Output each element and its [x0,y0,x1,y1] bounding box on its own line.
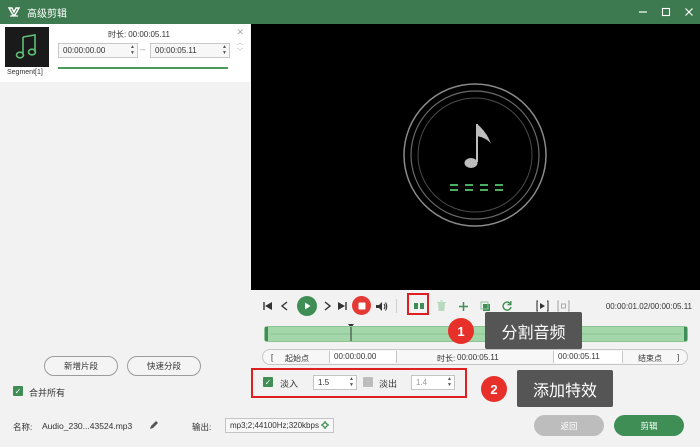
fade-in-stepper[interactable]: ▲ ▼ [349,376,354,388]
callout-2-badge: 2 [481,376,507,402]
start-time-field[interactable]: 00:00:00.00 [329,351,397,363]
skip-to-start-icon[interactable] [261,299,275,313]
segment-close-icon[interactable]: ✕ [236,27,244,38]
callout-1-badge: 1 [448,318,474,344]
reset-icon[interactable] [500,299,514,313]
segment-end-field[interactable]: 00:00:05.11 ▲ ▼ [150,43,230,58]
end-time-field[interactable]: 00:00:05.11 [553,351,623,363]
copy-icon[interactable] [478,299,492,313]
merge-all-checkbox[interactable]: ✓ [13,386,23,396]
minimize-icon[interactable] [631,0,654,24]
segment-duration: 时长: 00:00:05.11 [106,29,170,40]
delete-icon[interactable] [434,299,448,313]
window-title: 高级剪辑 [27,8,67,20]
audio-disc-graphic [403,83,547,227]
segment-panel: Segment[1] 时长: 00:00:05.11 00:00:00.00 ▲ ▼… [0,24,250,398]
playback-controls: 00:00:01.02/00:00:05.11 [251,294,700,318]
segment-start-value: 00:00:00.00 [63,46,106,55]
output-format-selector[interactable]: mp3;2;44100Hz;320kbps [225,418,335,433]
close-icon[interactable] [677,0,700,24]
music-note-icon [15,34,37,59]
volume-icon[interactable] [374,299,388,313]
fade-in-checkbox[interactable]: ✓ [263,377,273,387]
edit-icon[interactable] [149,420,161,432]
mark-in-icon[interactable] [535,299,549,313]
fade-out-label: 淡出 [379,379,398,389]
start-bracket: [ [271,353,274,362]
output-label: 输出: [192,422,212,432]
callout-1-label: 分割音频 [485,312,582,349]
segment-duration-value: 00:00:05.11 [128,30,170,39]
mark-out-icon[interactable] [556,299,570,313]
timeline-ruler [264,320,688,328]
fade-out-value: 1.4 [416,378,428,387]
segment-progress-bar [58,67,228,69]
play-button[interactable] [297,296,317,316]
stop-button[interactable] [352,296,371,315]
fade-in-value: 1.5 [318,378,330,387]
waveform [265,327,687,341]
app-logo-icon [7,7,21,17]
maximize-icon[interactable] [654,0,677,24]
merge-all-label: 合并所有 [29,388,66,398]
gear-icon[interactable] [321,421,330,429]
fade-out-stepper[interactable]: ▲ ▼ [447,376,452,388]
skip-to-end-icon[interactable] [335,299,349,313]
segment-end-value: 00:00:05.11 [155,46,197,55]
step-forward-icon[interactable] [320,299,334,313]
callout-2-label: 添加特效 [517,370,613,407]
segment-start-field[interactable]: 00:00:00.00 ▲ ▼ [58,43,138,58]
file-name: Audio_230...43524.mp3 [42,421,133,431]
fade-in-label: 淡入 [280,379,299,389]
segment-start-stepper[interactable]: ▲ ▼ [130,44,135,56]
split-highlight-box [407,293,429,315]
end-bracket: ] [677,353,680,362]
segment-end-stepper[interactable]: ▲ ▼ [222,44,227,56]
segment-thumbnail [5,27,49,67]
title-bar: 高级剪辑 [0,0,700,24]
set-end-button[interactable]: 结束点 [638,353,662,364]
add-icon[interactable] [456,299,470,313]
quick-split-button[interactable]: 快速分段 [127,356,201,376]
time-separator: -- [140,45,146,54]
preview-area [251,24,700,290]
fade-out-field[interactable]: 1.4 ▲ ▼ [411,375,455,390]
fade-in-field[interactable]: 1.5 ▲ ▼ [313,375,357,390]
cut-button[interactable]: 剪辑 [614,415,684,436]
audio-track[interactable] [264,326,688,342]
segment-label: Segment[1] [7,69,43,76]
add-segment-button[interactable]: 新增片段 [44,356,118,376]
time-readout: 00:00:01.02/00:00:05.11 [605,302,692,311]
name-label: 名称: [13,422,33,432]
return-button[interactable]: 返回 [534,415,604,436]
toolbar-divider [396,299,397,313]
step-back-icon[interactable] [278,299,292,313]
segment-card[interactable]: Segment[1] 时长: 00:00:05.11 00:00:00.00 ▲ ▼… [0,24,250,82]
selection-duration-label: 时长: [437,354,456,363]
selection-range-row: [ 起始点 00:00:00.00 时长: 00:00:05.11 00:00:… [262,349,688,365]
fade-out-checkbox[interactable] [363,377,373,387]
output-format-value: mp3;2;44100Hz;320kbps [230,421,319,430]
fade-effects-box: ✓ 淡入 1.5 ▲ ▼ 淡出 1.4 ▲ ▼ [251,368,467,398]
segment-duration-label: 时长: [108,30,127,39]
bottom-bar: 名称: Audio_230...43524.mp3 输出: mp3;2;4410… [0,410,700,447]
set-start-button[interactable]: 起始点 [285,353,309,364]
selection-duration-value: 00:00:05.11 [457,353,499,362]
segment-reorder-icon[interactable]: ︿ ﹀ [237,40,243,56]
